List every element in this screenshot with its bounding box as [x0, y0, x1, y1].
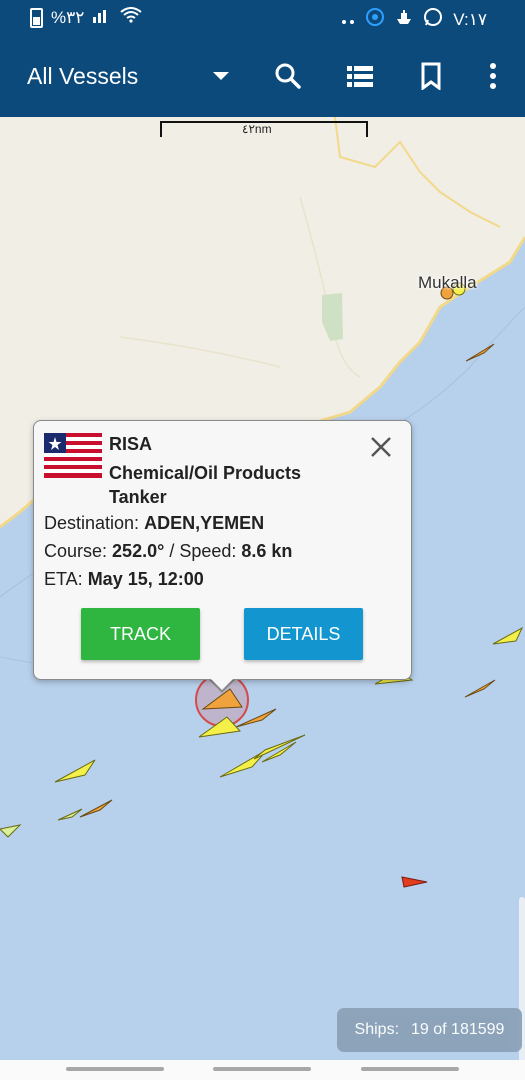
- speed-value: 8.6 kn: [241, 541, 293, 561]
- search-icon[interactable]: [271, 59, 305, 93]
- nav-back-button[interactable]: [361, 1067, 459, 1071]
- vessel-info-popup: RISA Chemical/Oil Products Tanker Destin…: [33, 420, 412, 680]
- whatsapp-icon: [423, 7, 443, 32]
- track-button[interactable]: TRACK: [81, 608, 200, 660]
- dropdown-caret-icon[interactable]: [213, 72, 229, 80]
- more-vert-icon[interactable]: [476, 59, 510, 93]
- system-nav-bar: [0, 1060, 525, 1080]
- eta-row: ETA: May 15, 12:00: [44, 569, 204, 590]
- course-label: Course:: [44, 541, 108, 561]
- wifi-icon: [120, 7, 143, 28]
- bookmark-icon[interactable]: [414, 59, 448, 93]
- course-value: 252.0°: [112, 541, 165, 561]
- details-button[interactable]: DETAILS: [244, 608, 363, 660]
- map-scale-label: ٤٢nm: [242, 122, 272, 136]
- app-notification-icon: [365, 7, 385, 32]
- close-icon[interactable]: [369, 435, 393, 459]
- status-time: V:١٧: [453, 9, 487, 29]
- destination-row: Destination: ADEN,YEMEN: [44, 513, 264, 534]
- list-icon[interactable]: [343, 59, 377, 93]
- app-toolbar: All Vessels: [0, 35, 525, 117]
- ships-counter-value: 19 of 181599: [411, 1021, 505, 1038]
- ship-notification-icon: [395, 9, 413, 30]
- eta-value: May 15, 12:00: [87, 569, 204, 589]
- vessel-type: Chemical/Oil Products Tanker: [109, 463, 302, 507]
- status-bar: %٣٢ V:١٧: [0, 0, 525, 35]
- ships-counter: Ships: 19 of 181599: [337, 1008, 522, 1052]
- vessel-name: RISA: [109, 434, 153, 454]
- destination-value: ADEN,YEMEN: [144, 513, 265, 533]
- notification-dots-icon: [341, 10, 355, 30]
- vessel-filter-title[interactable]: All Vessels: [27, 63, 138, 90]
- eta-label: ETA:: [44, 569, 83, 589]
- popup-pointer-fill: [207, 675, 237, 690]
- destination-label: Destination:: [44, 513, 140, 533]
- course-speed-row: Course: 252.0° / Speed: 8.6 kn: [44, 541, 292, 562]
- signal-icon: [92, 7, 112, 28]
- liberia-flag-icon: [44, 433, 102, 478]
- battery-percent: %٣٢: [51, 7, 85, 27]
- speed-label: / Speed:: [169, 541, 237, 561]
- map-city-label: Mukalla: [418, 273, 477, 292]
- nav-home-button[interactable]: [213, 1067, 311, 1071]
- battery-icon: [30, 7, 43, 28]
- nav-recent-button[interactable]: [66, 1067, 164, 1071]
- ships-counter-label: Ships:: [354, 1021, 400, 1038]
